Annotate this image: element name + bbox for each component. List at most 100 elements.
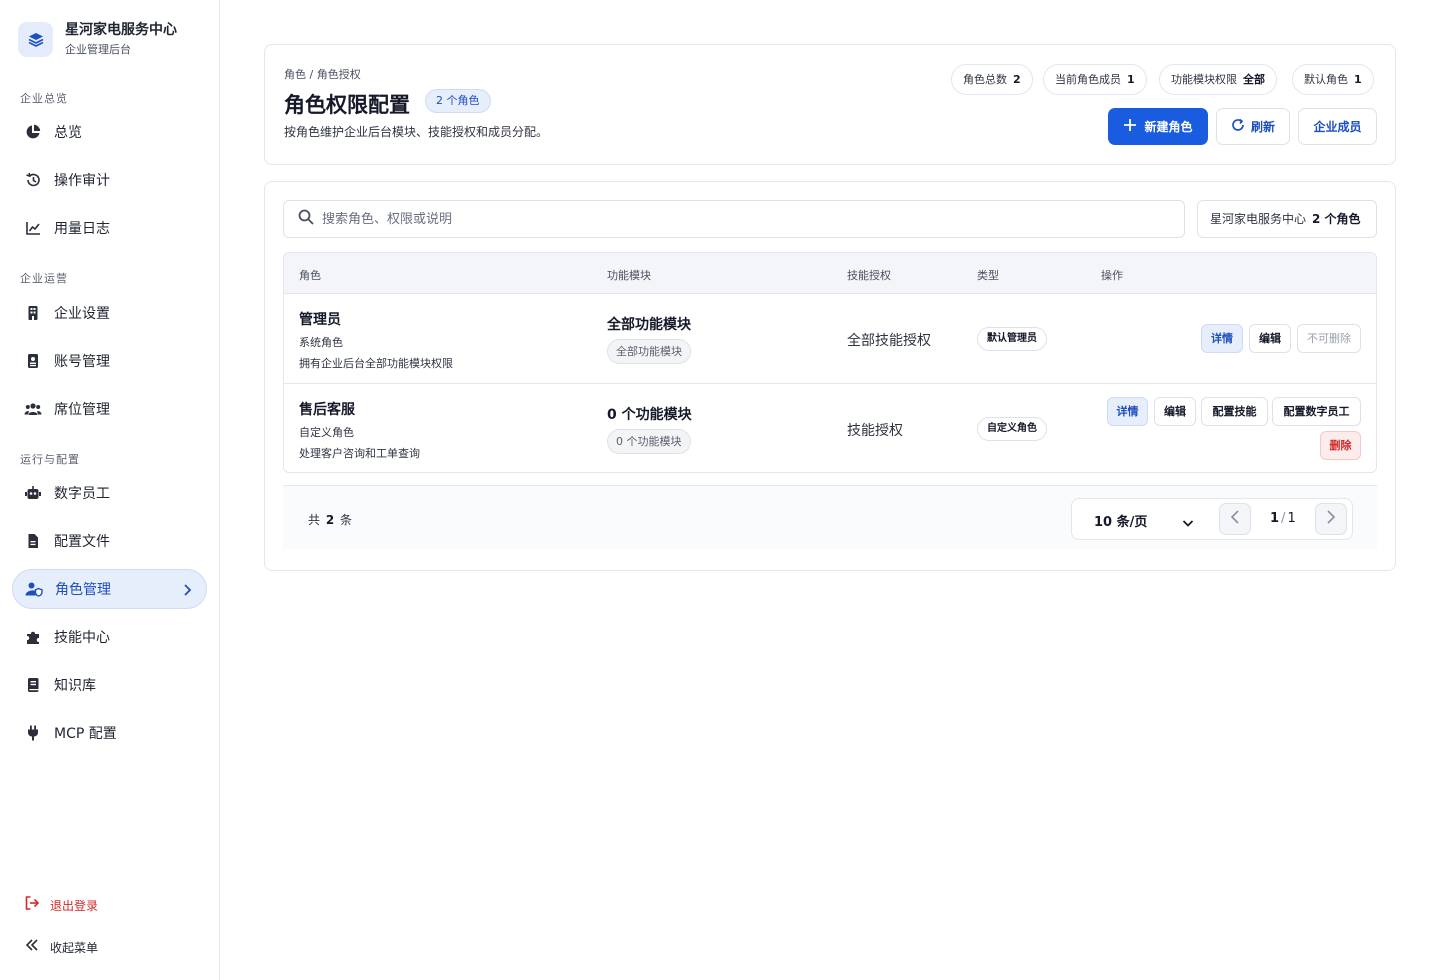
- new-role-button[interactable]: 新建角色: [1108, 108, 1208, 145]
- edit-button[interactable]: 编辑: [1154, 397, 1196, 426]
- stat-current-members: 当前角色成员 1: [1043, 64, 1147, 95]
- scope-chip: 星河家电服务中心 2 个角色: [1197, 200, 1377, 238]
- page-description: 按角色维护企业后台模块、技能授权和成员分配。: [284, 125, 549, 139]
- nav-group-label: 运行与配置: [20, 453, 80, 466]
- plug-icon: [24, 724, 42, 742]
- column-header-role: 角色: [299, 269, 321, 282]
- sidebar-item-skill-center[interactable]: 技能中心: [12, 617, 207, 657]
- detail-button[interactable]: 详情: [1201, 324, 1243, 353]
- brand-subtitle: 企业管理后台: [65, 43, 131, 56]
- sidebar-item-mcp-config[interactable]: MCP 配置: [12, 713, 207, 753]
- skill-authorization: 全部技能授权: [847, 333, 931, 349]
- chevron-down-icon[interactable]: [1182, 513, 1194, 532]
- sidebar-item-enterprise-settings[interactable]: 企业设置: [12, 293, 207, 333]
- logout-icon: [24, 895, 40, 915]
- delete-button[interactable]: 删除: [1320, 431, 1361, 460]
- user-shield-icon: [25, 580, 43, 598]
- sidebar-item-label: 操作审计: [54, 173, 110, 189]
- stat-label: 角色总数: [963, 73, 1007, 86]
- sidebar-item-knowledge-base[interactable]: 知识库: [12, 665, 207, 705]
- role-description: 处理客户咨询和工单查询: [299, 447, 420, 460]
- sidebar-item-digital-workers[interactable]: 数字员工: [12, 473, 207, 513]
- brand: 星河家电服务中心 企业管理后台: [18, 22, 177, 57]
- total-pages: 1: [1287, 511, 1296, 526]
- puzzle-icon: [24, 628, 42, 646]
- sidebar-item-audit[interactable]: 操作审计: [12, 160, 207, 200]
- sidebar-item-accounts[interactable]: 账号管理: [12, 341, 207, 381]
- collapse-menu-label: 收起菜单: [50, 940, 99, 955]
- total-count: 共 2 条: [308, 511, 352, 528]
- sidebar-item-config-files[interactable]: 配置文件: [12, 521, 207, 561]
- sidebar-item-label: 企业设置: [54, 306, 110, 322]
- total-prefix: 共: [308, 513, 321, 527]
- stat-value: 全部: [1243, 73, 1265, 86]
- configure-skills-button[interactable]: 配置技能: [1201, 397, 1268, 426]
- module-tag: 全部功能模块: [607, 339, 691, 364]
- chevron-right-icon: [182, 582, 192, 601]
- refresh-button[interactable]: 刷新: [1216, 108, 1290, 145]
- next-page-button[interactable]: [1315, 503, 1347, 535]
- stat-label: 当前角色成员: [1055, 73, 1121, 86]
- sidebar-item-label: 知识库: [54, 678, 96, 694]
- total-value: 2: [325, 513, 335, 527]
- stat-label: 功能模块权限: [1171, 73, 1237, 86]
- chevron-right-icon: [1326, 509, 1336, 529]
- role-count-badge: 2 个角色: [425, 89, 491, 113]
- search-icon: [298, 209, 314, 229]
- page-header-card: 角色 / 角色授权 角色权限配置 2 个角色 按角色维护企业后台模块、技能授权和…: [264, 44, 1396, 165]
- scope-count: 2 个角色: [1312, 212, 1361, 226]
- layers-logo-icon: [18, 22, 53, 57]
- table-row: 售后客服 自定义角色 处理客户咨询和工单查询 0 个功能模块 0 个功能模块 技…: [284, 383, 1376, 472]
- sidebar-item-label: MCP 配置: [54, 726, 117, 742]
- scope-label: 星河家电服务中心: [1210, 212, 1307, 226]
- page-title: 角色权限配置: [284, 93, 410, 117]
- new-role-label: 新建角色: [1144, 120, 1193, 134]
- column-header-actions: 操作: [1101, 269, 1123, 282]
- sidebar-item-label: 技能中心: [54, 630, 110, 646]
- stat-module-permissions: 功能模块权限 全部: [1159, 64, 1277, 95]
- sidebar-item-role-management[interactable]: 角色管理: [12, 569, 207, 609]
- logout-button[interactable]: 退出登录: [24, 895, 98, 915]
- nav-group-label: 企业运营: [20, 272, 68, 285]
- role-name: 售后客服: [299, 402, 355, 418]
- detail-button[interactable]: 详情: [1107, 397, 1148, 426]
- configure-digital-workers-button[interactable]: 配置数字员工: [1272, 397, 1361, 426]
- prev-page-button[interactable]: [1219, 503, 1251, 535]
- chevron-left-icon: [1230, 509, 1240, 529]
- delete-disabled-button: 不可删除: [1297, 324, 1361, 353]
- stat-label: 默认角色: [1304, 73, 1348, 86]
- enterprise-members-button[interactable]: 企业成员: [1298, 108, 1377, 145]
- edit-button[interactable]: 编辑: [1249, 324, 1291, 353]
- sidebar: 星河家电服务中心 企业管理后台 企业总览 总览 操作审计 用量日志 企业运营 企…: [0, 0, 220, 980]
- search-box[interactable]: [283, 200, 1185, 238]
- id-card-icon: [24, 352, 42, 370]
- members-label: 企业成员: [1313, 120, 1362, 134]
- column-header-skills: 技能授权: [847, 269, 891, 282]
- sidebar-item-overview[interactable]: 总览: [12, 112, 207, 152]
- sidebar-item-usage-log[interactable]: 用量日志: [12, 208, 207, 248]
- module-summary: 0 个功能模块: [607, 407, 692, 423]
- stat-value: 2: [1013, 73, 1021, 86]
- search-input[interactable]: [322, 211, 1142, 227]
- stat-value: 1: [1354, 73, 1362, 86]
- building-icon: [24, 304, 42, 322]
- module-tag: 0 个功能模块: [607, 429, 691, 454]
- total-suffix: 条: [340, 513, 353, 527]
- role-type-tag: 默认管理员: [977, 327, 1047, 351]
- sidebar-item-label: 总览: [54, 125, 82, 141]
- table-header: 角色 功能模块 技能授权 类型 操作: [284, 253, 1376, 294]
- refresh-icon: [1231, 118, 1245, 135]
- plus-icon: [1123, 118, 1137, 135]
- pie-chart-icon: [24, 123, 42, 141]
- sidebar-item-seats[interactable]: 席位管理: [12, 389, 207, 429]
- refresh-label: 刷新: [1250, 120, 1275, 134]
- pager: 10 条/页 1/1: [1071, 498, 1353, 540]
- double-chevron-left-icon: [24, 937, 40, 957]
- role-list-card: 星河家电服务中心 2 个角色 角色 功能模块 技能授权 类型 操作 管理员 系统角…: [264, 181, 1396, 571]
- page-size-select[interactable]: 10 条/页: [1094, 511, 1147, 530]
- current-page: 1: [1270, 511, 1280, 526]
- role-name: 管理员: [299, 312, 341, 328]
- table-row: 管理员 系统角色 拥有企业后台全部功能模块权限 全部功能模块 全部功能模块 全部…: [284, 294, 1376, 383]
- collapse-menu-button[interactable]: 收起菜单: [24, 937, 98, 957]
- users-icon: [24, 400, 42, 418]
